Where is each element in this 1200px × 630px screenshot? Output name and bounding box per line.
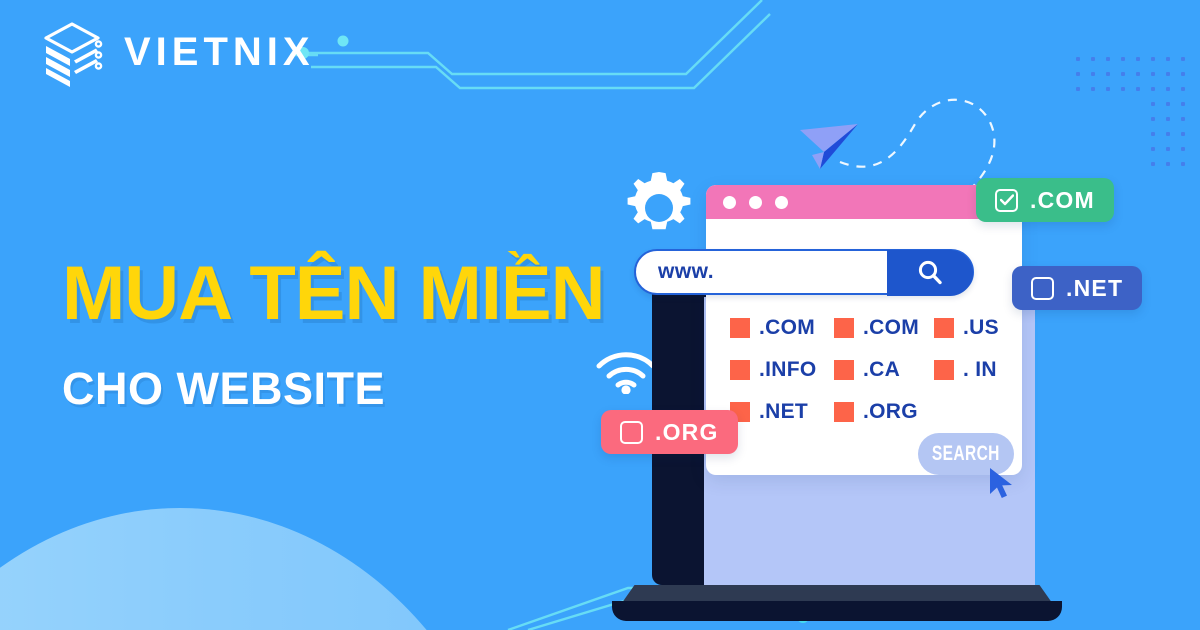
tld-item[interactable]: .COM (834, 315, 934, 340)
tld-swatch (934, 317, 954, 338)
browser-titlebar (706, 185, 1022, 219)
badge-net[interactable]: .NET (1012, 266, 1143, 310)
domain-illustration: www. .COM .COM .US .INFO .CA . IN .NET .… (590, 110, 1200, 621)
badge-com-label: .COM (1030, 186, 1095, 213)
window-dot-close[interactable] (723, 195, 736, 209)
tld-swatch (834, 317, 854, 338)
tld-swatch (934, 359, 954, 380)
search-icon (918, 260, 942, 285)
tld-label: .US (963, 315, 999, 339)
tld-grid: .COM .COM .US .INFO .CA . IN .NET .ORG (730, 315, 1022, 424)
badge-com[interactable]: .COM (976, 178, 1114, 222)
stacked-servers-icon (44, 22, 103, 87)
laptop-base-bottom (612, 601, 1062, 621)
badge-org[interactable]: .ORG (601, 410, 738, 454)
browser-window: www. .COM .COM .US .INFO .CA . IN .NET .… (634, 185, 1022, 498)
tld-item[interactable]: .ORG (834, 399, 934, 424)
tld-label: .INFO (759, 357, 817, 381)
tld-swatch (834, 401, 854, 422)
tld-label: . IN (963, 357, 997, 381)
tld-swatch (730, 359, 750, 380)
badge-net-label: .NET (1066, 274, 1124, 301)
brand-logo[interactable]: VIETNIX (36, 16, 315, 88)
brand-name: VIETNIX (124, 29, 315, 74)
search-submit-button[interactable] (887, 250, 973, 296)
domain-search-input[interactable]: www. (658, 260, 714, 284)
gear-icon (627, 172, 691, 230)
tld-item[interactable]: .US (934, 315, 1022, 340)
checkbox-empty-icon (1031, 276, 1054, 300)
tld-swatch (834, 359, 854, 380)
search-action-label: SEARCH (932, 442, 1000, 465)
tld-label: .COM (759, 315, 816, 339)
checkbox-checked-icon (995, 188, 1018, 212)
paper-plane-icon (800, 124, 858, 169)
tld-swatch (730, 317, 750, 338)
tld-label: .ORG (863, 399, 918, 423)
tld-item[interactable]: .NET (730, 399, 834, 424)
window-dot-maximize[interactable] (775, 195, 788, 209)
mouse-cursor-icon (990, 468, 1012, 498)
tld-label: .CA (863, 357, 901, 381)
domain-search-bar[interactable]: www. (634, 249, 974, 296)
tld-item[interactable]: .CA (834, 357, 934, 382)
tld-item[interactable]: . IN (934, 357, 1022, 382)
badge-org-label: .ORG (655, 418, 719, 445)
headline-secondary: CHO WEBSITE (62, 363, 386, 414)
tld-item[interactable]: .COM (730, 315, 834, 340)
banner-stage: VIETNIX MUA TÊN MIỀN CHO WEBSITE www. .C… (0, 0, 1200, 630)
tld-label: .NET (759, 399, 809, 423)
tld-label: .COM (863, 315, 920, 339)
headline-block: MUA TÊN MIỀN CHO WEBSITE (62, 251, 605, 414)
window-dot-minimize[interactable] (749, 195, 762, 209)
tld-item[interactable]: .INFO (730, 357, 834, 382)
checkbox-empty-icon (620, 420, 643, 444)
headline-primary: MUA TÊN MIỀN (62, 251, 605, 336)
